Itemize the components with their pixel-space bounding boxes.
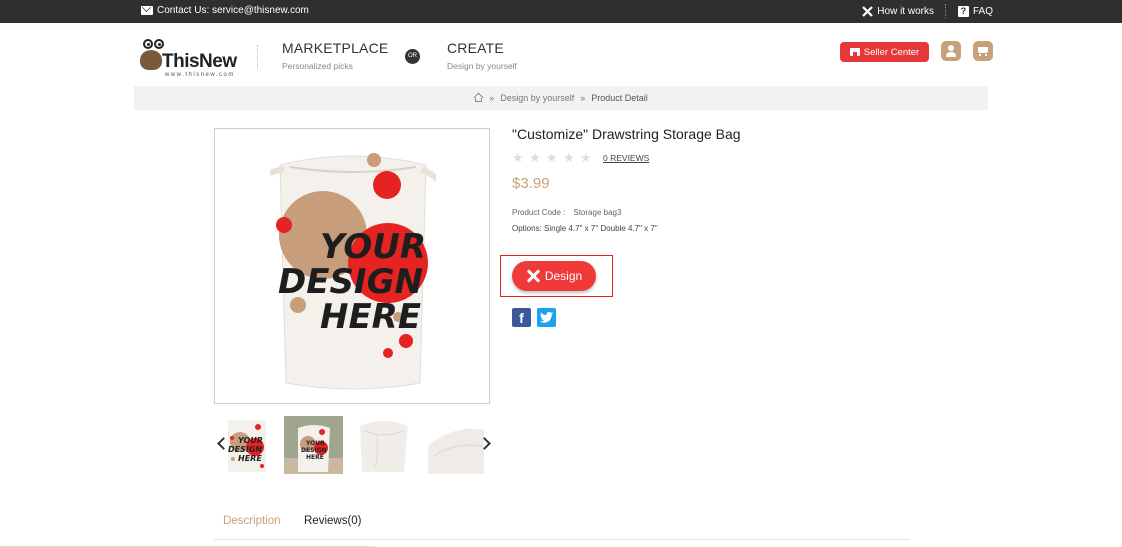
star-icon: ★ — [529, 150, 541, 165]
design-button-label: Design — [544, 269, 583, 283]
product-main-image[interactable]: YOUR DESIGN HERE — [214, 128, 490, 404]
rating-row: ★ ★ ★ ★ ★ 0 REVIEWS — [512, 150, 912, 165]
thisnew-logo[interactable]: ThisNew www.thisnew.com — [137, 36, 237, 80]
image-text-design: DESIGN — [278, 262, 423, 302]
breadcrumb: » Design by yourself » Product Detail — [134, 86, 988, 110]
mail-icon — [141, 6, 153, 15]
star-icon: ★ — [580, 150, 592, 165]
site-header: ThisNew www.thisnew.com MARKETPLACE Pers… — [0, 23, 1122, 85]
tab-description[interactable]: Description — [223, 515, 281, 527]
thumbnail-3[interactable] — [354, 416, 413, 474]
faq-label: FAQ — [972, 5, 993, 17]
thumbnail-4[interactable] — [424, 416, 484, 474]
home-icon[interactable] — [474, 94, 483, 102]
thumbnail-1[interactable]: YOUR DESIGN HERE — [224, 416, 270, 474]
divider — [257, 45, 259, 69]
user-icon[interactable] — [941, 41, 961, 61]
marketplace-subtitle: Personalized picks — [282, 61, 353, 71]
nav-create[interactable]: CREATE Design by yourself — [447, 40, 517, 71]
svg-text:HERE: HERE — [306, 454, 324, 461]
logo-name: ThisNew — [162, 51, 237, 72]
faq-link[interactable]: ? FAQ — [957, 5, 993, 17]
create-subtitle: Design by yourself — [447, 61, 517, 71]
product-info: "Customize" Drawstring Storage Bag ★ ★ ★… — [512, 126, 912, 233]
image-text-here: HERE — [320, 297, 421, 337]
seller-center-button[interactable]: Seller Center — [840, 42, 929, 62]
logo-url: www.thisnew.com — [165, 72, 235, 78]
or-badge: OR — [405, 49, 420, 64]
product-code-label: Product Code : — [512, 208, 566, 217]
breadcrumb-separator: » — [580, 93, 586, 103]
how-it-works-link[interactable]: How it works — [862, 6, 934, 17]
create-title: CREATE — [447, 40, 504, 56]
product-price: $3.99 — [512, 175, 550, 192]
product-title: "Customize" Drawstring Storage Bag — [512, 126, 741, 142]
marketplace-title: MARKETPLACE — [282, 40, 389, 56]
breadcrumb-design-by-yourself[interactable]: Design by yourself — [500, 93, 574, 103]
drawstring-bag-image: YOUR DESIGN HERE — [270, 153, 436, 390]
thumbnail-carousel: YOUR DESIGN HERE YOUR DESIGN HERE — [214, 414, 490, 476]
breadcrumb-separator: » — [489, 93, 495, 103]
product-code: Product Code : Storage bag3 — [512, 208, 912, 217]
seller-center-label: Seller Center — [863, 46, 920, 58]
product-tabs: Description Reviews(0) — [214, 505, 910, 540]
cart-icon[interactable] — [973, 41, 993, 61]
chevron-right-icon[interactable] — [480, 436, 490, 450]
svg-text:DESIGN: DESIGN — [301, 447, 327, 454]
logo-mascot-icon — [140, 50, 162, 70]
product-code-value: Storage bag3 — [573, 208, 622, 217]
star-icon: ★ — [563, 150, 575, 165]
svg-text:DESIGN: DESIGN — [228, 445, 262, 454]
svg-text:YOUR: YOUR — [238, 436, 263, 445]
svg-text:HERE: HERE — [238, 454, 262, 463]
how-it-works-label: How it works — [877, 5, 934, 17]
divider — [944, 4, 947, 18]
store-icon — [849, 48, 860, 56]
thumbnail-2[interactable]: YOUR DESIGN HERE — [284, 416, 343, 474]
contact-us-link[interactable]: Contact Us: service@thisnew.com — [141, 5, 309, 16]
star-icon: ★ — [512, 150, 524, 165]
twitter-share-icon[interactable] — [537, 308, 556, 327]
design-tools-icon — [526, 269, 540, 283]
svg-text:YOUR: YOUR — [305, 440, 325, 447]
question-icon: ? — [957, 5, 969, 17]
star-icon: ★ — [546, 150, 558, 165]
nav-marketplace[interactable]: MARKETPLACE Personalized picks — [282, 40, 388, 71]
product-options: Options: Single 4.7" x 7" Double 4.7" x … — [512, 224, 658, 233]
breadcrumb-product-detail: Product Detail — [591, 93, 648, 103]
top-bar: Contact Us: service@thisnew.com How it w… — [0, 0, 1122, 23]
reviews-link[interactable]: 0 REVIEWS — [603, 153, 649, 163]
contact-text: Contact Us: service@thisnew.com — [157, 5, 309, 16]
design-button[interactable]: Design — [512, 261, 596, 291]
tools-icon — [862, 5, 874, 17]
facebook-share-icon[interactable]: f — [512, 308, 531, 327]
tab-reviews[interactable]: Reviews(0) — [304, 515, 362, 527]
image-text-your: YOUR — [320, 227, 426, 267]
